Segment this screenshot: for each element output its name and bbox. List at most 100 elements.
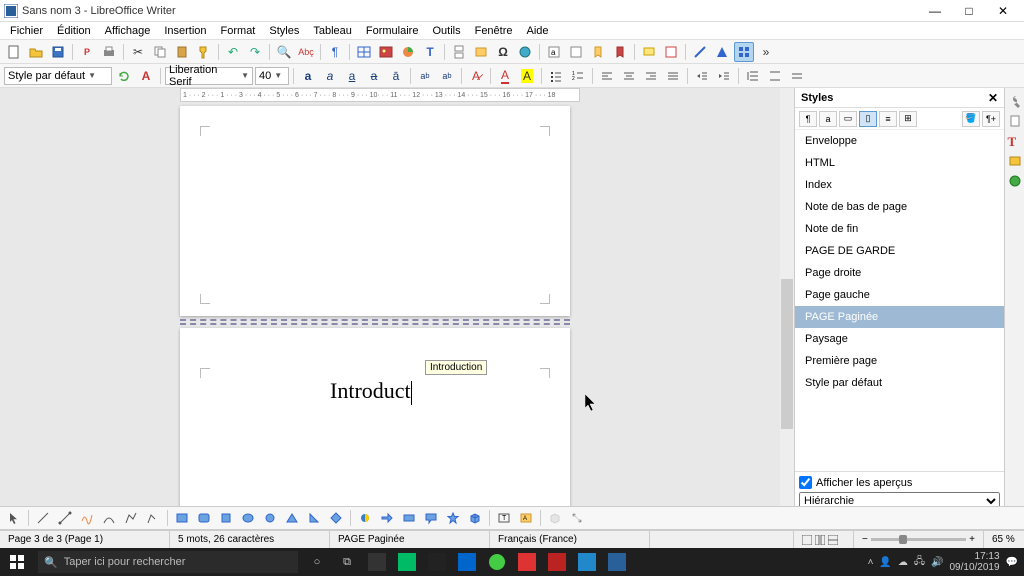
line-icon[interactable] bbox=[690, 42, 710, 62]
close-button[interactable]: ✕ bbox=[986, 0, 1020, 22]
align-right-icon[interactable] bbox=[641, 66, 661, 86]
clone-format-icon[interactable] bbox=[194, 42, 214, 62]
arrow-shapes-icon[interactable] bbox=[377, 508, 397, 528]
spellcheck-icon[interactable]: Abç bbox=[296, 42, 316, 62]
comment-icon[interactable] bbox=[639, 42, 659, 62]
undo-icon[interactable]: ↶ bbox=[223, 42, 243, 62]
taskbar-app-1[interactable] bbox=[362, 548, 392, 576]
new-style-icon[interactable]: A bbox=[136, 66, 156, 86]
styles-tab-icon[interactable]: T bbox=[1008, 134, 1022, 148]
draw-rect-icon[interactable] bbox=[172, 508, 192, 528]
bullets-icon[interactable] bbox=[546, 66, 566, 86]
tray-up-icon[interactable]: ˄ bbox=[868, 557, 874, 568]
start-button[interactable] bbox=[0, 548, 34, 576]
taskbar-app-6[interactable] bbox=[512, 548, 542, 576]
style-item[interactable]: Style par défaut bbox=[795, 372, 1004, 394]
bold-icon[interactable]: a bbox=[298, 66, 318, 86]
menu-format[interactable]: Format bbox=[215, 24, 262, 38]
callout-shapes-icon[interactable] bbox=[421, 508, 441, 528]
font-size-dropdown[interactable]: 40▼ bbox=[255, 67, 289, 85]
status-view-icons[interactable] bbox=[794, 531, 854, 548]
new-style-from-sel-icon[interactable]: ¶+ bbox=[982, 111, 1000, 127]
style-item[interactable]: Première page bbox=[795, 350, 1004, 372]
style-item[interactable]: Note de bas de page bbox=[795, 196, 1004, 218]
draw-rrect-icon[interactable] bbox=[194, 508, 214, 528]
styles-list[interactable]: EnveloppeHTMLIndexNote de bas de pageNot… bbox=[795, 130, 1004, 471]
vertical-scrollbar[interactable] bbox=[780, 88, 794, 514]
draw-line-icon[interactable] bbox=[33, 508, 53, 528]
inc-indent-icon[interactable] bbox=[692, 66, 712, 86]
clear-format-icon[interactable]: A̷ bbox=[466, 66, 486, 86]
save-icon[interactable] bbox=[48, 42, 68, 62]
draw-poly2-icon[interactable] bbox=[143, 508, 163, 528]
special-char-icon[interactable]: Ω bbox=[493, 42, 513, 62]
redo-icon[interactable]: ↷ bbox=[245, 42, 265, 62]
tray-vol-icon[interactable]: 🔊 bbox=[931, 557, 943, 568]
extrusion-icon[interactable] bbox=[545, 508, 565, 528]
taskbar-app-2[interactable] bbox=[392, 548, 422, 576]
underline-icon[interactable]: a bbox=[342, 66, 362, 86]
minimize-button[interactable]: ― bbox=[918, 0, 952, 22]
shapes-icon[interactable] bbox=[712, 42, 732, 62]
footnote-icon[interactable]: a bbox=[544, 42, 564, 62]
menu-fenetre[interactable]: Fenêtre bbox=[469, 24, 519, 38]
taskbar-app-4[interactable] bbox=[452, 548, 482, 576]
overline-icon[interactable]: ā bbox=[386, 66, 406, 86]
paragraph-style-dropdown[interactable]: Style par défaut▼ bbox=[4, 67, 112, 85]
status-page[interactable]: Page 3 de 3 (Page 1) bbox=[0, 531, 170, 548]
draw-triangle-icon[interactable] bbox=[282, 508, 302, 528]
crossref-icon[interactable] bbox=[610, 42, 630, 62]
status-wordcount[interactable]: 5 mots, 26 caractères bbox=[170, 531, 330, 548]
style-item[interactable]: Note de fin bbox=[795, 218, 1004, 240]
zoom-value[interactable]: 65 % bbox=[984, 531, 1024, 548]
table-icon[interactable] bbox=[354, 42, 374, 62]
cortana-icon[interactable]: ○ bbox=[302, 548, 332, 576]
draw-poly-icon[interactable] bbox=[121, 508, 141, 528]
highlight-icon[interactable]: A bbox=[517, 66, 537, 86]
para-spacing-inc-icon[interactable] bbox=[765, 66, 785, 86]
select-icon[interactable] bbox=[4, 508, 24, 528]
status-language[interactable]: Français (France) bbox=[490, 531, 650, 548]
draw-diamond-icon[interactable] bbox=[326, 508, 346, 528]
image-icon[interactable] bbox=[376, 42, 396, 62]
zoom-slider[interactable]: −+ bbox=[854, 531, 984, 548]
points-icon[interactable] bbox=[567, 508, 587, 528]
dec-indent-icon[interactable] bbox=[714, 66, 734, 86]
style-item[interactable]: Enveloppe bbox=[795, 130, 1004, 152]
list-styles-tab[interactable]: ≡ bbox=[879, 111, 897, 127]
document-area[interactable]: 1 · · · 2 · · · 1 · · · 3 · · · 4 · · · … bbox=[0, 88, 780, 514]
show-preview-checkbox[interactable]: Afficher les aperçus bbox=[799, 476, 1000, 489]
style-item[interactable]: HTML bbox=[795, 152, 1004, 174]
track-changes-icon[interactable] bbox=[661, 42, 681, 62]
maximize-button[interactable]: □ bbox=[952, 0, 986, 22]
basic-shapes-icon[interactable] bbox=[355, 508, 375, 528]
navigator-tab-icon[interactable] bbox=[1008, 174, 1022, 188]
horizontal-ruler[interactable]: 1 · · · 2 · · · 1 · · · 3 · · · 4 · · · … bbox=[180, 88, 580, 102]
style-item[interactable]: Index bbox=[795, 174, 1004, 196]
style-item[interactable]: PAGE Paginée bbox=[795, 306, 1004, 328]
chart-icon[interactable] bbox=[398, 42, 418, 62]
char-styles-tab[interactable]: a bbox=[819, 111, 837, 127]
menu-edition[interactable]: Édition bbox=[51, 24, 97, 38]
status-pagestyle[interactable]: PAGE Paginée bbox=[330, 531, 490, 548]
endnote-icon[interactable] bbox=[566, 42, 586, 62]
tray-cloud-icon[interactable]: ☁ bbox=[898, 557, 908, 568]
style-item[interactable]: Page droite bbox=[795, 262, 1004, 284]
menu-insertion[interactable]: Insertion bbox=[158, 24, 212, 38]
page-2[interactable]: Introduction Introduct bbox=[180, 328, 570, 514]
tray-clock[interactable]: 17:13 09/10/2019 bbox=[949, 551, 999, 573]
menu-styles[interactable]: Styles bbox=[263, 24, 305, 38]
flow-shapes-icon[interactable] bbox=[399, 508, 419, 528]
textbox-icon[interactable]: T bbox=[420, 42, 440, 62]
style-item[interactable]: Page gauche bbox=[795, 284, 1004, 306]
copy-icon[interactable] bbox=[150, 42, 170, 62]
update-style-icon[interactable] bbox=[114, 66, 134, 86]
subscript-icon[interactable]: ab bbox=[437, 66, 457, 86]
tray-notif-icon[interactable]: 💬 bbox=[1006, 557, 1018, 568]
hyperlink-icon[interactable] bbox=[515, 42, 535, 62]
3d-shapes-icon[interactable] bbox=[465, 508, 485, 528]
show-draw-icon[interactable] bbox=[734, 42, 754, 62]
italic-icon[interactable]: a bbox=[320, 66, 340, 86]
menu-aide[interactable]: Aide bbox=[521, 24, 555, 38]
close-panel-icon[interactable]: ✕ bbox=[988, 91, 998, 105]
